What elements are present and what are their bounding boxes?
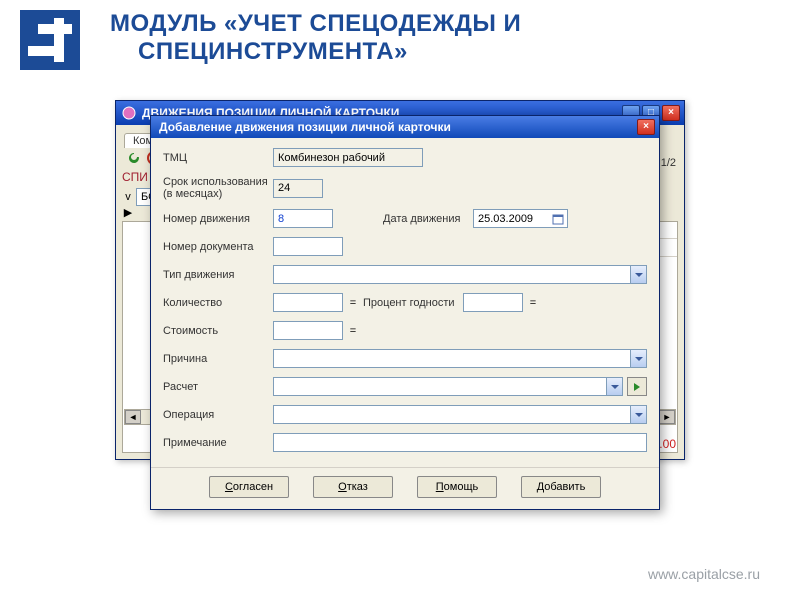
cancel-button[interactable]: Отказ [313,476,393,498]
label-srok: Срок использования (в месяцах) [163,176,273,200]
help-button[interactable]: Помощь [417,476,497,498]
label-tmc: ТМЦ [163,152,273,164]
company-logo [20,10,80,70]
tmc-field [273,148,423,167]
primechanie-input[interactable] [273,433,647,452]
slide-title: МОДУЛЬ «УЧЕТ СПЕЦОДЕЖДЫ И СПЕЦИНСТРУМЕНТ… [110,10,521,66]
chevron-down-icon[interactable] [606,378,622,395]
srok-field [273,179,323,198]
equals-sign: = [343,297,363,309]
equals-sign: = [343,325,363,337]
add-movement-dialog: Добавление движения позиции личной карто… [150,115,660,510]
dialog-form: ТМЦ Срок использования (в месяцах) Номер… [151,138,659,467]
label-primechanie: Примечание [163,437,273,449]
label-nomer-doc: Номер документа [163,241,273,253]
label-tip-dvij: Тип движения [163,269,273,281]
label-stoimost: Стоимость [163,325,273,337]
raschet-select[interactable] [273,377,623,396]
close-button[interactable]: × [662,105,680,121]
chevron-down-icon[interactable] [630,266,646,283]
label-kolvo: Количество [163,297,273,309]
add-button[interactable]: Добавить [521,476,601,498]
chevron-down-icon[interactable] [630,350,646,367]
procent-input[interactable] [463,293,523,312]
stoimost-input[interactable] [273,321,343,340]
dialog-close-button[interactable]: × [637,119,655,135]
refresh-icon[interactable] [126,150,142,166]
label-nomer-dvij: Номер движения [163,213,273,225]
nomer-dvij-input[interactable] [273,209,333,228]
scroll-right-icon[interactable]: ► [659,410,675,424]
record-counter: 1/2 [661,157,676,169]
label-data-dvij: Дата движения [383,213,473,225]
app-icon [122,106,136,120]
nomer-doc-input[interactable] [273,237,343,256]
raschet-go-button[interactable] [627,377,647,396]
slide-title-line2: СПЕЦИНСТРУМЕНТА» [110,38,521,66]
scroll-left-icon[interactable]: ◄ [125,410,141,424]
operaciya-select[interactable] [273,405,647,424]
label-prichina: Причина [163,353,273,365]
chevron-down-icon[interactable] [630,406,646,423]
label-procent: Процент годности [363,297,463,309]
dialog-title: Добавление движения позиции личной карто… [159,120,451,134]
slide-title-line1: МОДУЛЬ «УЧЕТ СПЕЦОДЕЖДЫ И [110,10,521,38]
equals-sign: = [523,297,543,309]
slide-header: МОДУЛЬ «УЧЕТ СПЕЦОДЕЖДЫ И СПЕЦИНСТРУМЕНТ… [20,10,780,70]
label-raschet: Расчет [163,381,273,393]
dialog-titlebar[interactable]: Добавление движения позиции личной карто… [151,116,659,138]
tip-dvij-select[interactable] [273,265,647,284]
site-footer: www.capitalcse.ru [648,566,760,582]
label-operaciya: Операция [163,409,273,421]
kolvo-input[interactable] [273,293,343,312]
calendar-icon[interactable] [549,210,567,227]
dialog-button-bar: Согласен Отказ Помощь Добавить [151,467,659,506]
prichina-select[interactable] [273,349,647,368]
filter-marker: v [122,191,134,203]
ok-button[interactable]: Согласен [209,476,289,498]
